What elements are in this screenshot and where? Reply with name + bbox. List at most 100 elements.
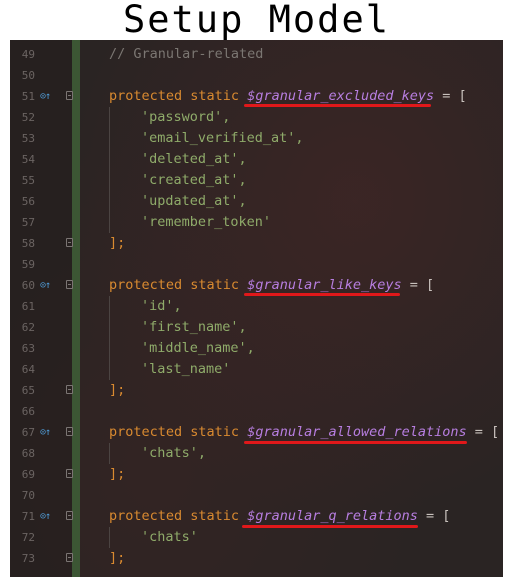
punctuation: = [ xyxy=(417,508,451,524)
indent-guide xyxy=(109,149,141,170)
line-number: 62 xyxy=(21,321,35,334)
fold-icon[interactable] xyxy=(66,553,73,562)
code-text: // Granular-related xyxy=(109,44,263,65)
code-text: 'deleted_at', xyxy=(109,149,247,170)
code-text: 'email_verified_at', xyxy=(109,128,304,149)
code-text: 'chats' xyxy=(109,527,198,548)
code-line[interactable]: 58 ]; xyxy=(10,233,503,254)
code-text: 'updated_at', xyxy=(109,191,247,212)
string-literal: 'chats', xyxy=(141,445,207,461)
string-literal: 'id', xyxy=(141,298,182,314)
string-literal: 'first_name', xyxy=(141,319,247,335)
indent-guide xyxy=(109,338,141,359)
line-number: 52 xyxy=(21,111,35,124)
string-literal: 'remember_token' xyxy=(141,214,272,230)
code-line[interactable]: 50 xyxy=(10,65,503,86)
code-text: ]; xyxy=(109,233,125,254)
string-literal: 'email_verified_at', xyxy=(141,130,304,146)
closing-bracket: ]; xyxy=(109,382,126,398)
code-text: 'created_at', xyxy=(109,170,247,191)
code-line[interactable]: 56 'updated_at', xyxy=(10,191,503,212)
comment: // Granular-related xyxy=(109,46,264,62)
string-literal: 'created_at', xyxy=(141,172,247,188)
code-line[interactable]: 59 xyxy=(10,254,503,275)
punctuation: = [ xyxy=(466,424,500,440)
variable-name: $granular_like_keys xyxy=(247,277,402,293)
code-line[interactable]: 71 ⊙↑ protected static $granular_q_relat… xyxy=(10,506,503,527)
closing-bracket: ]; xyxy=(109,550,126,566)
indent-guide xyxy=(109,359,141,380)
code-line[interactable]: 57 'remember_token' xyxy=(10,212,503,233)
code-line[interactable]: 72 'chats' xyxy=(10,527,503,548)
code-line[interactable]: 68 'chats', xyxy=(10,443,503,464)
fold-icon[interactable] xyxy=(66,385,73,394)
indent-guide xyxy=(109,296,141,317)
string-literal: 'last_name' xyxy=(141,361,231,377)
fold-icon[interactable] xyxy=(66,427,73,436)
code-line[interactable]: 62 'first_name', xyxy=(10,317,503,338)
line-number: 67 xyxy=(21,426,35,439)
punctuation: = [ xyxy=(434,88,467,104)
indent-guide xyxy=(109,212,141,233)
fold-icon[interactable] xyxy=(66,280,73,289)
override-marker-icon[interactable]: ⊙↑ xyxy=(40,506,51,527)
line-number: 65 xyxy=(21,384,35,397)
page-title: Setup Model xyxy=(122,0,391,41)
fold-icon[interactable] xyxy=(66,511,73,520)
variable-name: $granular_excluded_keys xyxy=(247,88,435,104)
keyword: protected static xyxy=(109,424,240,440)
fold-icon[interactable] xyxy=(66,469,73,478)
line-number: 58 xyxy=(21,237,35,250)
code-line[interactable]: 70 xyxy=(10,485,503,506)
code-text: protected static $granular_q_relations =… xyxy=(109,506,450,527)
line-number: 50 xyxy=(21,69,35,82)
indent-guide xyxy=(109,527,141,548)
code-line[interactable]: 52 'password', xyxy=(10,107,503,128)
code-text: 'password', xyxy=(109,107,230,128)
keyword: protected static xyxy=(109,277,240,293)
override-marker-icon[interactable]: ⊙↑ xyxy=(40,86,51,107)
fold-icon[interactable] xyxy=(66,238,73,247)
closing-bracket: ]; xyxy=(109,235,126,251)
string-literal: 'deleted_at', xyxy=(141,151,247,167)
code-text: protected static $granular_allowed_relat… xyxy=(109,422,499,443)
code-text: 'first_name', xyxy=(109,317,247,338)
keyword: protected static xyxy=(109,508,240,524)
line-number: 57 xyxy=(21,216,35,229)
code-text: ]; xyxy=(109,464,125,485)
code-line[interactable]: 64 'last_name' xyxy=(10,359,503,380)
code-line[interactable]: 49 // Granular-related xyxy=(10,44,503,65)
code-line[interactable]: 66 xyxy=(10,401,503,422)
code-line[interactable]: 69 ]; xyxy=(10,464,503,485)
code-line[interactable]: 54 'deleted_at', xyxy=(10,149,503,170)
line-number: 59 xyxy=(21,258,35,271)
line-number: 70 xyxy=(21,489,35,502)
line-number: 66 xyxy=(21,405,35,418)
code-line[interactable]: 55 'created_at', xyxy=(10,170,503,191)
indent-guide xyxy=(109,170,141,191)
code-text: 'id', xyxy=(109,296,182,317)
fold-icon[interactable] xyxy=(66,91,73,100)
keyword: protected static xyxy=(109,88,240,104)
code-line[interactable]: 63 'middle_name', xyxy=(10,338,503,359)
code-line[interactable]: 67 ⊙↑ protected static $granular_allowed… xyxy=(10,422,503,443)
code-text: 'last_name' xyxy=(109,359,230,380)
code-text: ]; xyxy=(109,548,125,569)
closing-bracket: ]; xyxy=(109,466,126,482)
string-literal: 'chats' xyxy=(141,529,198,545)
line-number: 64 xyxy=(21,363,35,376)
line-number: 72 xyxy=(21,531,35,544)
code-line[interactable]: 65 ]; xyxy=(10,380,503,401)
code-text: 'chats', xyxy=(109,443,206,464)
code-text: ]; xyxy=(109,380,125,401)
code-line[interactable]: 61 'id', xyxy=(10,296,503,317)
string-literal: 'password', xyxy=(141,109,231,125)
line-number: 73 xyxy=(21,552,35,565)
red-underline-annotation xyxy=(244,104,431,107)
code-line[interactable]: 73 ]; xyxy=(10,548,503,569)
override-marker-icon[interactable]: ⊙↑ xyxy=(40,275,51,296)
code-line[interactable]: 53 'email_verified_at', xyxy=(10,128,503,149)
override-marker-icon[interactable]: ⊙↑ xyxy=(40,422,51,443)
line-number: 56 xyxy=(21,195,35,208)
code-editor[interactable]: 49 // Granular-related 50 51 ⊙↑ protecte… xyxy=(10,40,503,577)
